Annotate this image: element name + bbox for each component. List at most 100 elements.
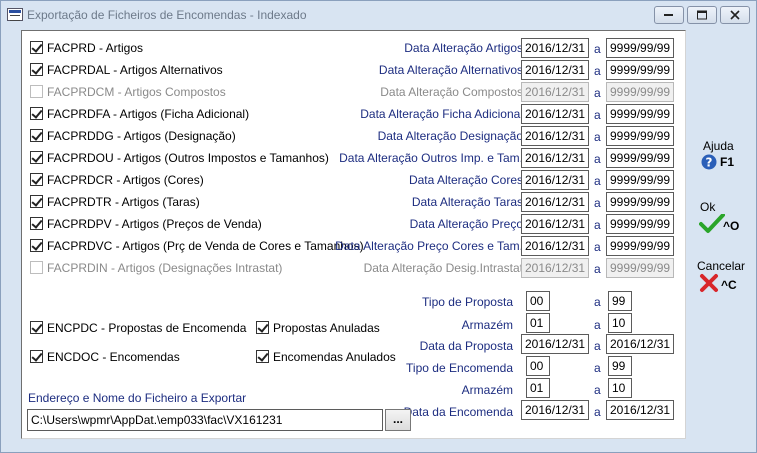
export-row-checkbox[interactable] xyxy=(30,173,43,186)
export-row-checkbox[interactable] xyxy=(30,151,43,164)
checkmark-icon xyxy=(699,214,725,233)
export-row-range-label: Data Alteração Outros Imp. e Tam. xyxy=(339,151,523,165)
export-row-from-input[interactable]: 2016/12/31 xyxy=(521,104,589,124)
export-row-checkbox[interactable] xyxy=(30,41,43,54)
export-row: FACPRDVC - Artigos (Prç de Venda de Core… xyxy=(22,235,687,257)
range-separator: a xyxy=(594,240,601,254)
ok-label: Ok xyxy=(700,200,716,214)
armazem-proposta-to-input[interactable]: 10 xyxy=(608,313,632,333)
export-row-from-input[interactable]: 2016/12/31 xyxy=(521,170,589,190)
maximize-icon xyxy=(697,10,707,20)
ok-button[interactable]: Ok ^O xyxy=(699,200,744,234)
export-row-range-label: Data Alteração Ficha Adicional xyxy=(360,107,523,121)
range-separator: a xyxy=(594,339,601,353)
armazem-encomenda-to-input[interactable]: 10 xyxy=(608,378,632,398)
help-button[interactable]: Ajuda ? F1 xyxy=(699,139,744,170)
export-row-range-label: Data Alteração Preço Cores e Tam. xyxy=(335,239,523,253)
export-row: FACPRDDG - Artigos (Designação) Data Alte… xyxy=(22,125,687,147)
export-row-to-input[interactable]: 9999/99/99 xyxy=(606,126,674,146)
encomendas-anuladas-option[interactable]: Encomendas Anulados xyxy=(248,346,408,368)
ok-shortcut: ^O xyxy=(723,219,740,233)
encomendas-anuladas-label: Encomendas Anulados xyxy=(273,350,396,364)
tipo-encomenda-to-input[interactable]: 99 xyxy=(608,356,632,376)
maximize-button[interactable] xyxy=(687,6,717,24)
export-row-from-input[interactable]: 2016/12/31 xyxy=(521,214,589,234)
range-separator: a xyxy=(594,218,601,232)
export-row-checkbox[interactable] xyxy=(30,129,43,142)
export-row-to-input[interactable]: 9999/99/99 xyxy=(606,148,674,168)
export-row-checkbox[interactable] xyxy=(30,63,43,76)
export-row: FACPRDIN - Artigos (Designações Intrasta… xyxy=(22,257,687,279)
file-path-input[interactable]: C:\Users\wpmr\AppDat.\emp033\fac\VX16123… xyxy=(27,409,383,431)
export-row-label: FACPRDCM - Artigos Compostos xyxy=(47,85,226,99)
encdoc-label: ENCDOC - Encomendas xyxy=(47,350,180,364)
export-row-checkbox[interactable] xyxy=(30,239,43,252)
export-row-label: FACPRDCR - Artigos (Cores) xyxy=(47,173,204,187)
export-row-checkbox[interactable] xyxy=(30,217,43,230)
minimize-icon xyxy=(664,14,673,16)
export-row-to-input[interactable]: 9999/99/99 xyxy=(606,38,674,58)
export-row-from-input[interactable]: 2016/12/31 xyxy=(521,38,589,58)
tipo-proposta-to-input[interactable]: 99 xyxy=(608,291,632,311)
tipo-encomenda-from-input[interactable]: 00 xyxy=(526,356,550,376)
range-separator: a xyxy=(594,86,601,100)
range-separator: a xyxy=(594,383,601,397)
export-row-range-label: Data Alteração Designação xyxy=(377,129,523,143)
close-button[interactable] xyxy=(720,6,750,24)
export-row-checkbox xyxy=(30,85,43,98)
export-row-range-label: Data Alteração Artigos xyxy=(404,41,523,55)
encpdc-checkbox[interactable] xyxy=(30,321,43,334)
data-proposta-to-input[interactable]: 2016/12/31 xyxy=(606,334,674,354)
export-row: FACPRDOU - Artigos (Outros Impostos e Ta… xyxy=(22,147,687,169)
export-row: FACPRDPV - Artigos (Preços de Venda) Data… xyxy=(22,213,687,235)
export-row-from-input[interactable]: 2016/12/31 xyxy=(521,148,589,168)
export-row-label: FACPRDPV - Artigos (Preços de Venda) xyxy=(47,217,262,231)
propostas-anuladas-checkbox[interactable] xyxy=(256,321,269,334)
title-bar: Exportação de Ficheiros de Encomendas - … xyxy=(1,1,756,29)
export-row-checkbox[interactable] xyxy=(30,107,43,120)
export-row-to-input[interactable]: 9999/99/99 xyxy=(606,60,674,80)
export-row-to-input[interactable]: 9999/99/99 xyxy=(606,236,674,256)
export-row-range-label: Data Alteração Taras xyxy=(411,195,523,209)
browse-button[interactable]: ... xyxy=(385,409,411,431)
export-row-from-input[interactable]: 2016/12/31 xyxy=(521,60,589,80)
export-row-label: FACPRDDG - Artigos (Designação) xyxy=(47,129,236,143)
svg-text:?: ? xyxy=(706,156,713,170)
main-panel: FACPRD - Artigos Data Alteração Artigos 20… xyxy=(21,30,686,439)
export-row-from-input[interactable]: 2016/12/31 xyxy=(521,192,589,212)
export-window: Exportação de Ficheiros de Encomendas - … xyxy=(0,0,757,453)
data-proposta-from-input[interactable]: 2016/12/31 xyxy=(521,334,589,354)
encomendas-anuladas-checkbox[interactable] xyxy=(256,350,269,363)
export-row-to-input[interactable]: 9999/99/99 xyxy=(606,104,674,124)
propostas-anuladas-option[interactable]: Propostas Anuladas xyxy=(248,317,408,339)
data-encomenda-from-input[interactable]: 2016/12/31 xyxy=(521,400,589,420)
propostas-anuladas-label: Propostas Anuladas xyxy=(273,321,380,335)
export-row-range-label: Data Alteração Compostos xyxy=(380,85,523,99)
tipo-proposta-label: Tipo de Proposta xyxy=(422,295,513,309)
export-row-to-input[interactable]: 9999/99/99 xyxy=(606,170,674,190)
range-separator: a xyxy=(594,42,601,56)
range-separator: a xyxy=(594,64,601,78)
close-icon xyxy=(730,10,740,20)
cancel-button[interactable]: Cancelar ^C xyxy=(697,259,747,293)
encdoc-checkbox[interactable] xyxy=(30,350,43,363)
export-row-from-input[interactable]: 2016/12/31 xyxy=(521,236,589,256)
range-separator: a xyxy=(594,108,601,122)
export-row-checkbox[interactable] xyxy=(30,195,43,208)
export-row-from-input[interactable]: 2016/12/31 xyxy=(521,126,589,146)
export-row: FACPRDAL - Artigos Alternativos Data Alte… xyxy=(22,59,687,81)
armazem-encomenda-from-input[interactable]: 01 xyxy=(526,378,550,398)
export-row-range-label: Data Alteração Preço xyxy=(409,217,523,231)
encpdc-label: ENCPDC - Propostas de Encomenda xyxy=(47,321,247,335)
minimize-button[interactable] xyxy=(654,6,684,24)
range-separator: a xyxy=(594,196,601,210)
armazem-proposta-from-input[interactable]: 01 xyxy=(526,313,550,333)
tipo-proposta-from-input[interactable]: 00 xyxy=(526,291,550,311)
export-row-to-input[interactable]: 9999/99/99 xyxy=(606,192,674,212)
data-encomenda-to-input[interactable]: 2016/12/31 xyxy=(606,400,674,420)
export-row: FACPRDFA - Artigos (Ficha Adicional) Data… xyxy=(22,103,687,125)
export-row: FACPRDTR - Artigos (Taras) Data Alteração… xyxy=(22,191,687,213)
export-row-label: FACPRDAL - Artigos Alternativos xyxy=(47,63,223,77)
export-row-to-input[interactable]: 9999/99/99 xyxy=(606,214,674,234)
app-icon xyxy=(7,8,23,21)
